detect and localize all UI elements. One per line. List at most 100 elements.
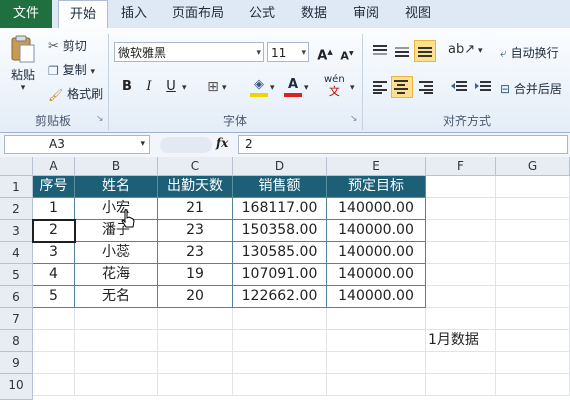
table-cell[interactable]: 168117.00 [233, 198, 327, 220]
wrap-text-button[interactable]: ⤶ 自动换行 [500, 44, 559, 61]
clipboard-dialog-launcher-icon[interactable]: ↘ [96, 114, 104, 124]
row-header[interactable]: 9 [0, 352, 33, 374]
table-cell[interactable]: 140000.00 [327, 198, 426, 220]
table-cell[interactable]: 140000.00 [327, 242, 426, 264]
table-cell[interactable]: 2 [33, 220, 75, 242]
format-painter-button[interactable]: 🖌 格式刷 [48, 85, 103, 102]
table-cell[interactable]: 140000.00 [327, 286, 426, 308]
row-header[interactable]: 3 [0, 220, 33, 242]
grid-cell[interactable] [426, 264, 496, 286]
orientation-dropdown-icon[interactable]: ▾ [478, 46, 483, 56]
grid-cell[interactable] [496, 308, 570, 330]
grid-cell[interactable] [496, 352, 570, 374]
copy-button[interactable]: ❐ 复制 ▾ [48, 61, 95, 78]
grid-cell[interactable] [327, 352, 426, 374]
tab-data[interactable]: 数据 [292, 0, 336, 28]
table-cell[interactable]: 130585.00 [233, 242, 327, 264]
grid-cell[interactable] [426, 242, 496, 264]
tab-page-layout[interactable]: 页面布局 [164, 0, 232, 28]
cut-button[interactable]: ✂ 剪切 [48, 37, 87, 54]
font-name-select[interactable]: 微软雅黑 ▾ [114, 42, 264, 62]
grid-cell[interactable] [327, 308, 426, 330]
table-cell[interactable]: 140000.00 [327, 220, 426, 242]
phonetic-dropdown-icon[interactable]: ▾ [350, 83, 355, 93]
grid-cell[interactable] [33, 330, 75, 352]
table-cell[interactable]: 23 [158, 220, 233, 242]
formula-bar-splitter[interactable] [160, 137, 212, 153]
tab-insert[interactable]: 插入 [112, 0, 156, 28]
grid-cell[interactable] [233, 374, 327, 396]
table-cell[interactable]: 150358.00 [233, 220, 327, 242]
table-cell[interactable]: 21 [158, 198, 233, 220]
column-header-d[interactable]: D [233, 157, 327, 176]
tab-review[interactable]: 审阅 [344, 0, 388, 28]
grid-cell[interactable] [33, 308, 75, 330]
grid-cell[interactable] [327, 374, 426, 396]
table-header-cell[interactable]: 姓名 [75, 176, 158, 198]
tab-formulas[interactable]: 公式 [240, 0, 284, 28]
grid-cell[interactable] [75, 374, 158, 396]
font-dialog-launcher-icon[interactable]: ↘ [350, 114, 358, 124]
table-header-cell[interactable]: 出勤天数 [158, 176, 233, 198]
name-box[interactable]: A3 ▾ [4, 135, 150, 154]
table-cell[interactable]: 1 [33, 198, 75, 220]
column-header-f[interactable]: F [426, 157, 496, 176]
insert-function-icon[interactable]: fx [216, 136, 228, 150]
row-header[interactable]: 6 [0, 286, 33, 308]
grid-cell[interactable] [233, 308, 327, 330]
row-header[interactable]: 7 [0, 308, 33, 330]
table-cell[interactable]: 潘子 [75, 220, 158, 242]
grid-cell[interactable] [426, 176, 496, 198]
borders-icon[interactable]: ⊞ [204, 78, 222, 96]
row-header[interactable]: 5 [0, 264, 33, 286]
orientation-icon[interactable]: ab↗ [448, 42, 475, 57]
grid-cell[interactable] [496, 374, 570, 396]
column-header-a[interactable]: A [33, 157, 75, 176]
align-left-icon[interactable] [372, 80, 388, 94]
grid-cell[interactable] [233, 330, 327, 352]
grid-cell[interactable] [75, 352, 158, 374]
row-header[interactable]: 10 [0, 374, 33, 400]
grid-cell[interactable] [496, 176, 570, 198]
tab-view[interactable]: 视图 [396, 0, 440, 28]
grid-cell[interactable] [33, 352, 75, 374]
table-cell[interactable]: 5 [33, 286, 75, 308]
row-header[interactable]: 4 [0, 242, 33, 264]
table-cell[interactable]: 小宏 [75, 198, 158, 220]
table-cell[interactable]: 23 [158, 242, 233, 264]
underline-dropdown-icon[interactable]: ▾ [182, 83, 187, 93]
grid-cell[interactable] [75, 308, 158, 330]
table-cell[interactable]: 小蕊 [75, 242, 158, 264]
align-middle-icon[interactable] [394, 44, 410, 58]
tab-home[interactable]: 开始 [58, 0, 108, 30]
grid-cell[interactable] [33, 374, 75, 396]
formula-input[interactable]: 2 [238, 135, 568, 154]
decrease-indent-icon[interactable] [450, 80, 468, 94]
paste-dropdown-icon[interactable]: ▾ [6, 83, 40, 93]
grid-cell[interactable] [426, 220, 496, 242]
table-header-cell[interactable]: 销售额 [233, 176, 327, 198]
grid-cell[interactable] [426, 198, 496, 220]
grid-cell[interactable] [426, 286, 496, 308]
borders-dropdown-icon[interactable]: ▾ [222, 83, 227, 93]
table-cell[interactable]: 花海 [75, 264, 158, 286]
paste-button[interactable]: 粘贴 ▾ [6, 34, 40, 93]
grid-cell[interactable] [426, 308, 496, 330]
grid-cell[interactable] [75, 330, 158, 352]
italic-button[interactable]: I [140, 78, 158, 96]
table-cell[interactable]: 4 [33, 264, 75, 286]
font-color-button[interactable]: A [284, 76, 302, 97]
grid-cell[interactable] [496, 220, 570, 242]
font-size-select[interactable]: 11 ▾ [267, 42, 309, 62]
chevron-down-icon[interactable]: ▾ [140, 136, 145, 153]
table-cell[interactable]: 107091.00 [233, 264, 327, 286]
table-cell[interactable]: 19 [158, 264, 233, 286]
table-header-cell[interactable]: 预定目标 [327, 176, 426, 198]
align-top-icon[interactable] [372, 44, 388, 58]
grid-cell[interactable] [158, 374, 233, 396]
increase-indent-icon[interactable] [474, 80, 492, 94]
column-header-g[interactable]: G [496, 157, 570, 176]
grow-font-button[interactable]: A▲ [316, 43, 334, 63]
table-cell[interactable]: 140000.00 [327, 264, 426, 286]
table-header-cell[interactable]: 序号 [33, 176, 75, 198]
